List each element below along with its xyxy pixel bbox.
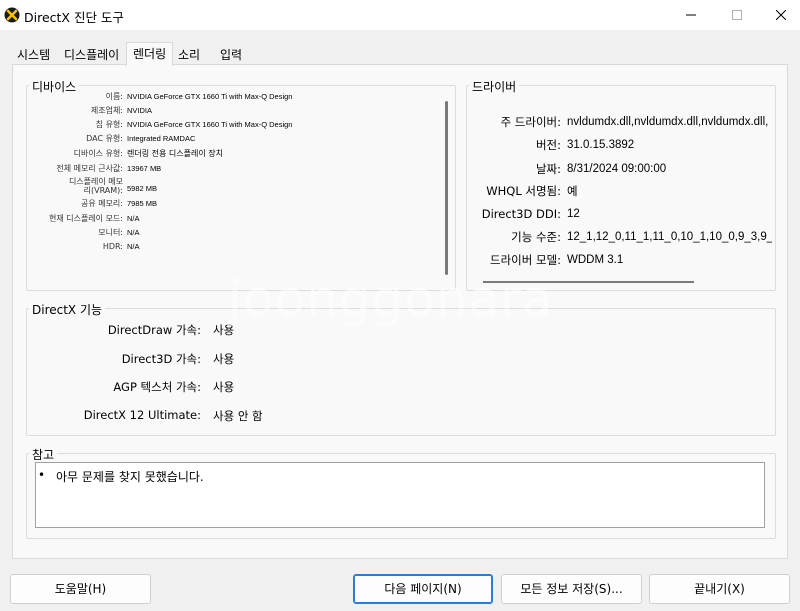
tab-sound[interactable]: 소리 xyxy=(172,44,206,65)
device-row-value: 13967 MB xyxy=(127,164,162,173)
driver-row: 날짜: 8/31/2024 09:00:00 xyxy=(476,162,772,176)
feature-row-value: 사용 xyxy=(213,352,235,366)
directx-x-icon xyxy=(4,7,20,23)
driver-row-value: WDDM 3.1 xyxy=(567,254,624,266)
driver-row: 드라이버 모델: WDDM 3.1 xyxy=(476,253,772,267)
device-row-value: 렌더링 전용 디스플레이 장치 xyxy=(127,149,223,158)
device-row-label: 제조업체: xyxy=(90,106,123,115)
feature-row-label: AGP 텍스처 가속: xyxy=(113,380,201,394)
driver-row-value: 12 xyxy=(567,208,580,220)
features-group-title: DirectX 기능 xyxy=(29,301,106,318)
driver-row: 버전: 31.0.15.3892 xyxy=(476,138,772,152)
tab-display[interactable]: 디스플레이 xyxy=(58,44,125,65)
driver-row-value: nvldumdx.dll,nvldumdx.dll,nvldumdx.dll, xyxy=(567,116,769,128)
minimize-button[interactable] xyxy=(668,0,714,30)
driver-row-label: 날짜: xyxy=(535,162,561,176)
device-row-label: 전체 메모리 근사값: xyxy=(56,164,123,173)
device-row: HDR: N/A xyxy=(14,240,140,254)
feature-row-label: DirectDraw 가속: xyxy=(107,323,201,337)
device-row-value: NVIDIA GeForce GTX 1660 Ti with Max-Q De… xyxy=(127,92,293,101)
drivers-group-title: 드라이버 xyxy=(469,78,520,95)
exit-button[interactable]: 끝내기(X) xyxy=(649,574,790,604)
feature-row: DirectDraw 가속: 사용 xyxy=(15,322,234,338)
driver-row-label: WHQL 서명됨: xyxy=(486,184,561,198)
driver-row-value: 12_1,12_0,11_1,11_0,10_1,10_0,9_3,9_2,9_ xyxy=(567,231,772,243)
drivers-scrollbar[interactable] xyxy=(483,281,694,283)
device-row: 칩 유형: NVIDIA GeForce GTX 1660 Ti with Max… xyxy=(14,118,293,132)
driver-row-label: 드라이버 모델: xyxy=(489,253,561,267)
feature-row-label: DirectX 12 Ultimate: xyxy=(83,408,201,422)
device-row-label: 공유 메모리: xyxy=(80,199,123,208)
notes-group-title: 참고 xyxy=(29,446,58,463)
device-row: 모니터: N/A xyxy=(14,226,140,240)
device-row: 제조업체: NVIDIA xyxy=(14,104,152,118)
driver-row-value: 31.0.15.3892 xyxy=(567,139,635,151)
feature-row-value: 사용 xyxy=(213,323,235,337)
device-row-value: NVIDIA GeForce GTX 1660 Ti with Max-Q De… xyxy=(127,120,293,129)
driver-row-value: 8/31/2024 09:00:00 xyxy=(567,163,667,175)
close-button[interactable] xyxy=(758,0,800,30)
driver-row-value: 예 xyxy=(567,184,578,198)
driver-row: 기능 수준: 12_1,12_0,11_1,11_0,10_1,10_0,9_3,… xyxy=(476,230,772,244)
device-row-value: 7985 MB xyxy=(127,199,158,208)
tab-bar: 시스템 디스플레이 렌더링 소리 입력 xyxy=(0,42,800,66)
device-row-value: N/A xyxy=(127,228,140,237)
title-bar: DirectX 진단 도구 xyxy=(0,0,800,30)
device-list[interactable]: 이름: NVIDIA GeForce GTX 1660 Ti with Max-Q… xyxy=(14,90,444,260)
minimize-icon xyxy=(686,14,696,16)
feature-row-value: 사용 안 함 xyxy=(213,409,263,423)
device-row-value: Integrated RAMDAC xyxy=(127,134,196,143)
feature-row: Direct3D 가속: 사용 xyxy=(15,351,234,367)
device-row-label: 현재 디스플레이 모드: xyxy=(48,214,123,223)
feature-row: AGP 텍스처 가속: 사용 xyxy=(15,379,234,395)
tab-render[interactable]: 렌더링 xyxy=(126,42,174,66)
feature-row-label: Direct3D 가속: xyxy=(121,352,201,366)
device-row-value: NVIDIA xyxy=(127,106,153,115)
note-text: 아무 문제를 찾지 못했습니다. xyxy=(56,470,204,484)
maximize-icon xyxy=(732,10,742,20)
close-icon xyxy=(776,10,786,20)
device-row: 전체 메모리 근사값: 13967 MB xyxy=(14,162,161,176)
driver-row: WHQL 서명됨: 예 xyxy=(476,184,772,198)
device-row: 디바이스 유형: 렌더링 전용 디스플레이 장치 xyxy=(14,147,223,161)
window-title: DirectX 진단 도구 xyxy=(24,10,124,25)
driver-row: Direct3D DDI: 12 xyxy=(476,207,772,221)
device-row-value: N/A xyxy=(127,214,140,223)
device-scrollbar[interactable] xyxy=(445,101,448,275)
device-row-label: 디바이스 유형: xyxy=(73,149,123,158)
feature-row-value: 사용 xyxy=(213,380,235,394)
device-row: 디스플레이 메모리(VRAM): 5982 MB xyxy=(14,176,157,196)
device-row-label: DAC 유형: xyxy=(86,134,123,143)
driver-row-label: Direct3D DDI: xyxy=(481,207,561,221)
device-row-label: HDR: xyxy=(102,242,123,251)
maximize-button[interactable] xyxy=(714,0,760,30)
device-row-label: 디스플레이 메모리(VRAM): xyxy=(68,177,123,195)
tab-input[interactable]: 입력 xyxy=(214,44,248,65)
driver-row-label: 주 드라이버: xyxy=(500,115,561,129)
device-row-value: 5982 MB xyxy=(127,184,158,193)
notes-textbox[interactable]: • 아무 문제를 찾지 못했습니다. xyxy=(35,462,765,528)
device-row: 현재 디스플레이 모드: N/A xyxy=(14,212,140,226)
device-row-label: 이름: xyxy=(105,92,123,101)
help-button[interactable]: 도움말(H) xyxy=(10,574,151,604)
note-item: • 아무 문제를 찾지 못했습니다. xyxy=(38,468,204,485)
device-row-label: 칩 유형: xyxy=(95,120,123,129)
device-row: 이름: NVIDIA GeForce GTX 1660 Ti with Max-Q… xyxy=(14,90,293,104)
next-page-button[interactable]: 다음 페이지(N) xyxy=(353,574,493,604)
device-row: DAC 유형: Integrated RAMDAC xyxy=(14,132,195,146)
device-row-label: 모니터: xyxy=(98,228,123,237)
drivers-list[interactable]: 주 드라이버: nvldumdx.dll,nvldumdx.dll,nvldumd… xyxy=(476,115,776,275)
tab-system[interactable]: 시스템 xyxy=(11,44,56,65)
driver-row-label: 기능 수준: xyxy=(511,230,561,244)
driver-row: 주 드라이버: nvldumdx.dll,nvldumdx.dll,nvldumd… xyxy=(476,115,772,129)
device-row: 공유 메모리: 7985 MB xyxy=(14,197,157,211)
device-row-value: N/A xyxy=(127,242,140,251)
save-all-info-button[interactable]: 모든 정보 저장(S)... xyxy=(501,574,642,604)
feature-row: DirectX 12 Ultimate: 사용 안 함 xyxy=(15,408,263,424)
bullet-icon: • xyxy=(38,468,46,482)
driver-row-label: 버전: xyxy=(535,138,561,152)
